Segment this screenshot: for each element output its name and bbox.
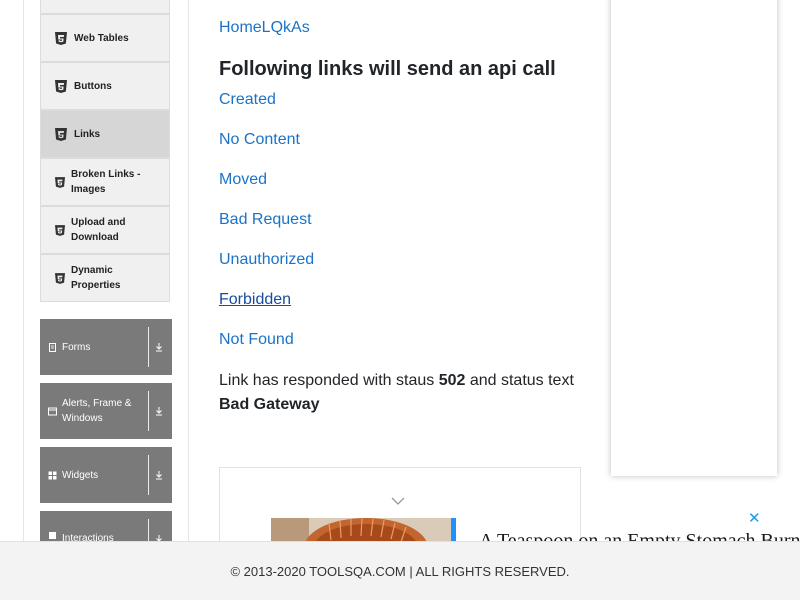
divider xyxy=(148,391,149,431)
download-arrow-icon[interactable] xyxy=(153,469,165,481)
download-arrow-icon[interactable] xyxy=(153,341,165,353)
move-icon xyxy=(48,531,57,540)
close-icon[interactable]: ✕ xyxy=(748,509,761,527)
forbidden-link[interactable]: Forbidden xyxy=(219,291,291,309)
sidebar-item-web-tables[interactable]: Web Tables xyxy=(40,14,170,62)
page-heading: Following links will send an api call xyxy=(219,58,556,80)
divider xyxy=(148,327,149,367)
sidebar-item-cut-off[interactable] xyxy=(40,0,170,14)
created-link[interactable]: Created xyxy=(219,91,276,109)
sidebar-item-buttons[interactable]: Buttons xyxy=(40,62,170,110)
response-status-text: Bad Gateway xyxy=(219,396,320,413)
chevron-down-icon[interactable] xyxy=(391,493,405,505)
sidebar-group-label: Alerts, Frame & xyxy=(62,398,132,409)
home-link[interactable]: HomeLQkAs xyxy=(219,19,310,37)
download-arrow-icon[interactable] xyxy=(153,533,165,541)
sidebar-item-label: Properties xyxy=(71,280,121,291)
response-prefix: Link has responded with staus xyxy=(219,372,439,389)
html5-icon xyxy=(54,79,67,93)
sidebar-group-label: Interactions xyxy=(62,533,114,541)
window-icon xyxy=(48,407,57,416)
footer: © 2013-2020 TOOLSQA.COM | ALL RIGHTS RES… xyxy=(0,541,800,600)
sidebar-item-label: Images xyxy=(71,184,106,195)
divider xyxy=(148,519,149,541)
sidebar-item-upload-download[interactable]: Upload and Download xyxy=(40,206,170,254)
sidebar-group-label: Widgets xyxy=(62,469,99,481)
sidebar-item-label: Web Tables xyxy=(74,32,129,44)
bad-request-link[interactable]: Bad Request xyxy=(219,211,312,229)
sidebar-group-label: Forms xyxy=(62,341,91,353)
sidebar-item-label: Buttons xyxy=(74,80,112,92)
divider xyxy=(148,455,149,495)
link-response: Link has responded with staus 502 and st… xyxy=(219,369,599,417)
sidebar-group-alerts-frame-windows[interactable]: Alerts, Frame & Windows xyxy=(40,383,172,439)
html5-icon xyxy=(54,31,67,45)
sidebar-item-label: Upload and xyxy=(71,217,126,228)
html5-icon xyxy=(54,224,65,236)
sidebar-item-label: Download xyxy=(71,232,119,243)
sidebar-group-label: Windows xyxy=(62,413,103,424)
sidebar-item-label: Broken Links - xyxy=(71,169,141,180)
no-content-link[interactable]: No Content xyxy=(219,131,300,149)
moved-link[interactable]: Moved xyxy=(219,171,267,189)
sidebar-item-dynamic-properties[interactable]: Dynamic Properties xyxy=(40,254,170,302)
sidebar-item-broken-links[interactable]: Broken Links - Images xyxy=(40,158,170,206)
html5-icon xyxy=(54,176,65,188)
grid-icon xyxy=(48,471,57,480)
sidebar-item-links[interactable]: Links xyxy=(40,110,170,158)
download-arrow-icon[interactable] xyxy=(153,405,165,417)
footer-copyright: © 2013-2020 TOOLSQA.COM | ALL RIGHTS RES… xyxy=(230,563,570,579)
html5-icon xyxy=(54,127,67,141)
document-icon xyxy=(48,342,57,352)
sidebar-group-interactions[interactable]: Interactions xyxy=(40,511,172,541)
html5-icon xyxy=(54,272,65,284)
sidebar-item-label: Dynamic xyxy=(71,265,113,276)
sidebar-group-widgets[interactable]: Widgets xyxy=(40,447,172,503)
right-ad-panel xyxy=(611,0,777,476)
sidebar-group-forms[interactable]: Forms xyxy=(40,319,172,375)
response-middle: and status text xyxy=(465,372,574,389)
unauthorized-link[interactable]: Unauthorized xyxy=(219,251,314,269)
sidebar-item-label: Links xyxy=(74,128,101,140)
not-found-link[interactable]: Not Found xyxy=(219,331,294,349)
response-status-code: 502 xyxy=(438,372,466,389)
